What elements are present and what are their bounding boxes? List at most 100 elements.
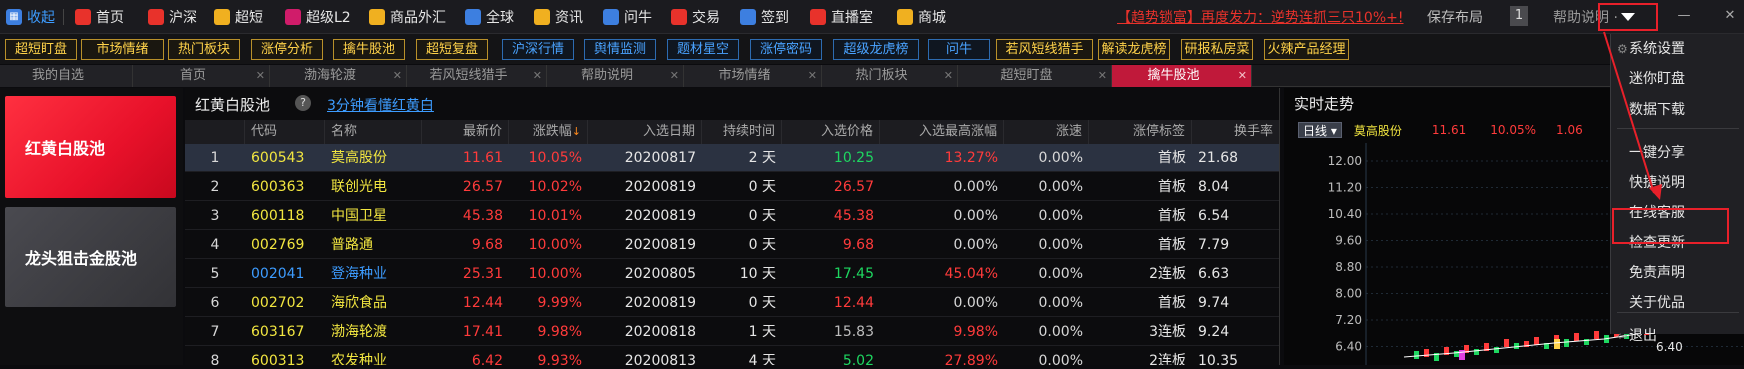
period-selector[interactable]: 日线 ▾	[1298, 122, 1342, 138]
quick-button[interactable]: 超级龙虎榜	[833, 39, 919, 60]
table-row[interactable]: 8 600313 农发种业 6.42 9.93% 20200813 4 天 5.02 27.89…	[185, 347, 1279, 365]
column-header[interactable]: 换手率	[1192, 120, 1279, 144]
cell-maxchg: 13.27%	[944, 150, 998, 166]
play-icon	[810, 9, 826, 25]
topbar-item-trade[interactable]: 交易	[671, 6, 720, 28]
column-header[interactable]: 持续时间	[702, 120, 782, 144]
topbar-item-calendar[interactable]: 签到	[740, 6, 789, 28]
quick-button[interactable]: 沪深行情	[502, 39, 574, 60]
table-row[interactable]: 6 002702 海欣食品 12.44 9.99% 20200819 0 天 12.44 0.0…	[185, 289, 1279, 317]
pool-selector: 红黄白股池 龙头狙击金股池	[0, 88, 183, 365]
table-row[interactable]: 7 603167 渤海轮渡 17.41 9.98% 20200818 1 天 15.83 9.9…	[185, 318, 1279, 346]
menu-item[interactable]: 免责声明	[1611, 258, 1744, 288]
quick-button[interactable]: 擒牛股池	[333, 39, 405, 60]
quick-button[interactable]: 火辣产品经理	[1264, 39, 1349, 60]
column-header[interactable]	[185, 120, 245, 144]
collapse-button[interactable]: ▦ 收起	[6, 6, 55, 28]
quick-button[interactable]: 涨停密码	[750, 39, 822, 60]
table-row[interactable]: 5 002041 登海种业 25.31 10.00% 20200805 10 天 17.45 4…	[185, 260, 1279, 288]
candle	[1564, 339, 1569, 347]
quick-button[interactable]: 题材星空	[667, 39, 739, 60]
help-icon[interactable]: ?	[295, 95, 311, 111]
topbar-item-coin[interactable]: 商品外汇	[369, 6, 446, 28]
tab-label: 我的自选	[31, 68, 84, 83]
topbar-item-l2[interactable]: 超级L2	[285, 6, 351, 28]
cell-speed: 0.00%	[1038, 208, 1083, 224]
tab[interactable]: 市场情绪 ✕	[684, 65, 822, 87]
column-header-label: 涨跌幅	[532, 124, 572, 139]
close-icon[interactable]: ✕	[1722, 8, 1738, 24]
cell-no: 6	[210, 295, 220, 311]
quick-button[interactable]: 超短盯盘	[5, 39, 77, 60]
tab[interactable]: 超短盯盘 ✕	[958, 65, 1112, 87]
cell-turnover: 10.35	[1198, 353, 1239, 365]
topbar-item-search[interactable]: 问牛	[603, 6, 652, 28]
save-layout-button[interactable]: 保存布局	[1427, 7, 1483, 27]
column-header[interactable]: 入选最高涨幅	[880, 120, 1004, 144]
quick-button[interactable]: 涨停分析	[251, 39, 323, 60]
topbar-item-home[interactable]: 首页	[75, 6, 124, 28]
column-header[interactable]: 最新价	[422, 120, 509, 144]
column-header[interactable]: 涨速	[1004, 120, 1089, 144]
topbar-item-globe[interactable]: 全球	[465, 6, 514, 28]
dropdown-menu-button[interactable]	[1598, 3, 1658, 31]
quick-button[interactable]: 市场情绪	[81, 39, 164, 60]
column-header[interactable]: 涨跌幅↓	[509, 120, 588, 144]
close-icon[interactable]: ✕	[533, 65, 542, 87]
close-icon[interactable]: ✕	[670, 65, 679, 87]
quick-button[interactable]: 解读龙虎榜	[1098, 39, 1170, 60]
minimize-icon[interactable]: —	[1676, 8, 1692, 24]
close-icon[interactable]: ✕	[393, 65, 402, 87]
quick-button[interactable]: 研报私房菜	[1181, 39, 1253, 60]
table-row[interactable]: 3 600118 中国卫星 45.38 10.01% 20200819 0 天 45.38 0.…	[185, 202, 1279, 230]
pool-guide-link[interactable]: 3分钟看懂红黄白	[327, 95, 434, 115]
tab[interactable]: 热门板块 ✕	[822, 65, 958, 87]
table-row[interactable]: 1 600543 莫高股份 11.61 10.05% 20200817 2 天 10.25 13…	[185, 144, 1279, 172]
close-icon[interactable]: ✕	[808, 65, 817, 87]
table-row[interactable]: 4 002769 普路通 9.68 10.00% 20200819 0 天 9.68 0.00%…	[185, 231, 1279, 259]
column-header[interactable]: 代码	[245, 120, 325, 144]
column-header-label: 入选价格	[820, 124, 873, 139]
cell-no: 5	[210, 266, 220, 282]
quick-button[interactable]: 问牛	[928, 39, 990, 60]
topbar-item-play[interactable]: 直播室	[810, 6, 873, 28]
cell-dur: 4 天	[748, 353, 776, 365]
topbar-item-hushen[interactable]: 沪深	[148, 6, 197, 28]
tab-label: 若风短线猎手	[429, 68, 508, 83]
column-header[interactable]: 入选价格	[782, 120, 880, 144]
quick-button[interactable]: 超短复盘	[416, 39, 488, 60]
y-axis-label: 10.40	[1328, 207, 1362, 221]
close-icon[interactable]: ✕	[1238, 65, 1247, 87]
tab[interactable]: 擒牛股池 ✕	[1112, 65, 1252, 87]
close-icon[interactable]: ✕	[256, 65, 265, 87]
topbar-item-chaoduan[interactable]: 超短	[214, 6, 263, 28]
close-icon[interactable]: ✕	[1098, 65, 1107, 87]
column-header[interactable]: 涨停标签	[1089, 120, 1192, 144]
close-icon[interactable]: ✕	[944, 65, 953, 87]
column-header[interactable]: 入选日期	[588, 120, 702, 144]
tab[interactable]: 我的自选	[0, 65, 133, 87]
layout-number[interactable]: 1	[1510, 6, 1528, 26]
tab[interactable]: 渤海轮渡 ✕	[270, 65, 407, 87]
promo-link[interactable]: 【趋势锁富】再度发力：逆势连抓三只10%+!	[1117, 7, 1403, 27]
quick-button[interactable]: 热门板块	[168, 39, 240, 60]
cell-dur: 10 天	[739, 266, 776, 282]
tab[interactable]: 帮助说明 ✕	[547, 65, 684, 87]
menu-item[interactable]: ⇦ 退出	[1611, 321, 1744, 351]
leader-sniper-pool-card[interactable]: 龙头狙击金股池	[5, 207, 176, 307]
cell-chg: 10.02%	[528, 179, 582, 195]
quick-button[interactable]: 舆情监测	[584, 39, 656, 60]
cell-inprice: 5.02	[842, 353, 874, 365]
menu-item[interactable]: 检查更新	[1611, 228, 1744, 258]
cell-date: 20200817	[624, 150, 696, 166]
quick-button[interactable]: 若风短线猎手	[996, 39, 1093, 60]
menu-item[interactable]: 关于优品	[1611, 288, 1744, 318]
topbar-item-shop[interactable]: 商城	[897, 6, 946, 28]
red-yellow-white-pool-card[interactable]: 红黄白股池	[5, 96, 176, 198]
topbar-item-news[interactable]: 资讯	[534, 6, 583, 28]
tab[interactable]: 若风短线猎手 ✕	[407, 65, 547, 87]
tab[interactable]: 首页 ✕	[133, 65, 270, 87]
column-header[interactable]: 名称	[325, 120, 422, 144]
cell-maxchg: 27.89%	[944, 353, 998, 365]
table-row[interactable]: 2 600363 联创光电 26.57 10.02% 20200819 0 天 26.57 0.…	[185, 173, 1279, 201]
